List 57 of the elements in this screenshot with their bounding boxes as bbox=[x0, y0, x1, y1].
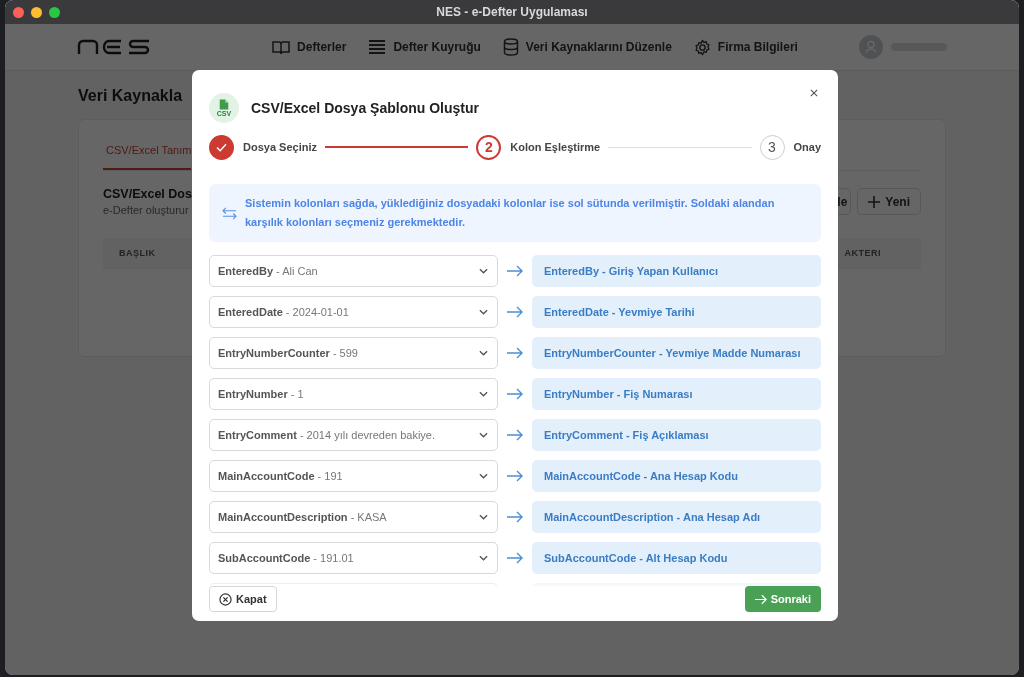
logo-icon bbox=[77, 39, 151, 55]
column-header: BAŞLIK bbox=[119, 248, 156, 258]
column-select[interactable]: EnteredDate - 2024-01-01 bbox=[209, 296, 498, 328]
chevron-down-icon bbox=[479, 309, 488, 315]
step-indicator: 2 bbox=[476, 134, 502, 160]
chevron-down-icon bbox=[479, 555, 488, 561]
arrow-icon bbox=[507, 552, 523, 564]
column-select[interactable]: MainAccountCode - 191 bbox=[209, 460, 498, 492]
system-column: EnteredDate - Yevmiye Tarihi bbox=[532, 296, 821, 328]
arrow-icon bbox=[507, 306, 523, 318]
column-header: AKTERI bbox=[844, 248, 881, 258]
system-column: MainAccountCode - Ana Hesap Kodu bbox=[532, 460, 821, 492]
step-label: Kolon Eşleştirme bbox=[510, 141, 601, 153]
close-window-button[interactable] bbox=[13, 7, 24, 18]
chevron-down-icon bbox=[479, 391, 488, 397]
zoom-window-button[interactable] bbox=[49, 7, 60, 18]
book-icon bbox=[272, 39, 291, 55]
arrow-icon bbox=[507, 347, 523, 359]
arrow-icon bbox=[507, 388, 523, 400]
column-select[interactable]: EntryComment - 2014 yılı devreden bakiye. bbox=[209, 419, 498, 451]
window-title: NES - e-Defter Uygulaması bbox=[436, 5, 588, 19]
system-column: EntryNumberCounter - Yevmiye Madde Numarası bbox=[532, 337, 821, 369]
close-circle-icon bbox=[219, 592, 232, 606]
arrow-icon bbox=[507, 429, 523, 441]
system-column: EntryComment - Fiş Açıklaması bbox=[532, 419, 821, 451]
column-select[interactable]: SubAccountCode - 191.01 bbox=[209, 542, 498, 574]
settings-icon bbox=[693, 38, 711, 56]
system-column: SubAccountCode - Alt Hesap Kodu bbox=[532, 542, 821, 574]
card-subtitle: e-Defter oluşturur bbox=[103, 204, 190, 216]
arrow-icon bbox=[507, 511, 523, 523]
column-select[interactable]: EntryNumberCounter - 599 bbox=[209, 337, 498, 369]
dialog-title: CSV/Excel Dosya Şablonu Oluştur bbox=[251, 100, 479, 116]
step-label: Onay bbox=[793, 141, 821, 153]
chevron-down-icon bbox=[479, 514, 488, 520]
arrow-icon bbox=[507, 470, 523, 482]
arrow-icon bbox=[507, 265, 523, 277]
close-button[interactable]: Kapat bbox=[209, 586, 277, 612]
chevron-down-icon bbox=[479, 473, 488, 479]
minimize-window-button[interactable] bbox=[31, 7, 42, 18]
chevron-down-icon bbox=[479, 350, 488, 356]
system-column: EntryNumber - Fiş Numarası bbox=[532, 378, 821, 410]
column-select[interactable]: EnteredBy - Ali Can bbox=[209, 255, 498, 287]
arrow-right-icon bbox=[754, 593, 767, 605]
list-icon bbox=[368, 39, 387, 55]
step-label: Dosya Seçiniz bbox=[243, 141, 317, 153]
chevron-down-icon bbox=[479, 268, 488, 274]
chevron-down-icon bbox=[479, 432, 488, 438]
database-icon bbox=[502, 38, 519, 56]
plus-icon bbox=[868, 195, 881, 208]
swap-icon bbox=[222, 206, 237, 220]
column-select[interactable]: EntryNumber - 1 bbox=[209, 378, 498, 410]
column-select[interactable]: MainAccountDescription - KASA bbox=[209, 501, 498, 533]
info-text: Sistemin kolonları sağda, yüklediğiniz dosyadaki kolonlar ise sol sütunda verilmiştir. Soldaki alandan karşılık kolonları seçmeniz gerekmektedir. bbox=[245, 196, 776, 230]
system-column: EnteredBy - Giriş Yapan Kullanıcı bbox=[532, 255, 821, 287]
page-title: Veri Kaynakla bbox=[78, 87, 183, 105]
card-title: CSV/Excel Dos bbox=[103, 187, 192, 201]
system-column: MainAccountDescription - Ana Hesap Adı bbox=[532, 501, 821, 533]
